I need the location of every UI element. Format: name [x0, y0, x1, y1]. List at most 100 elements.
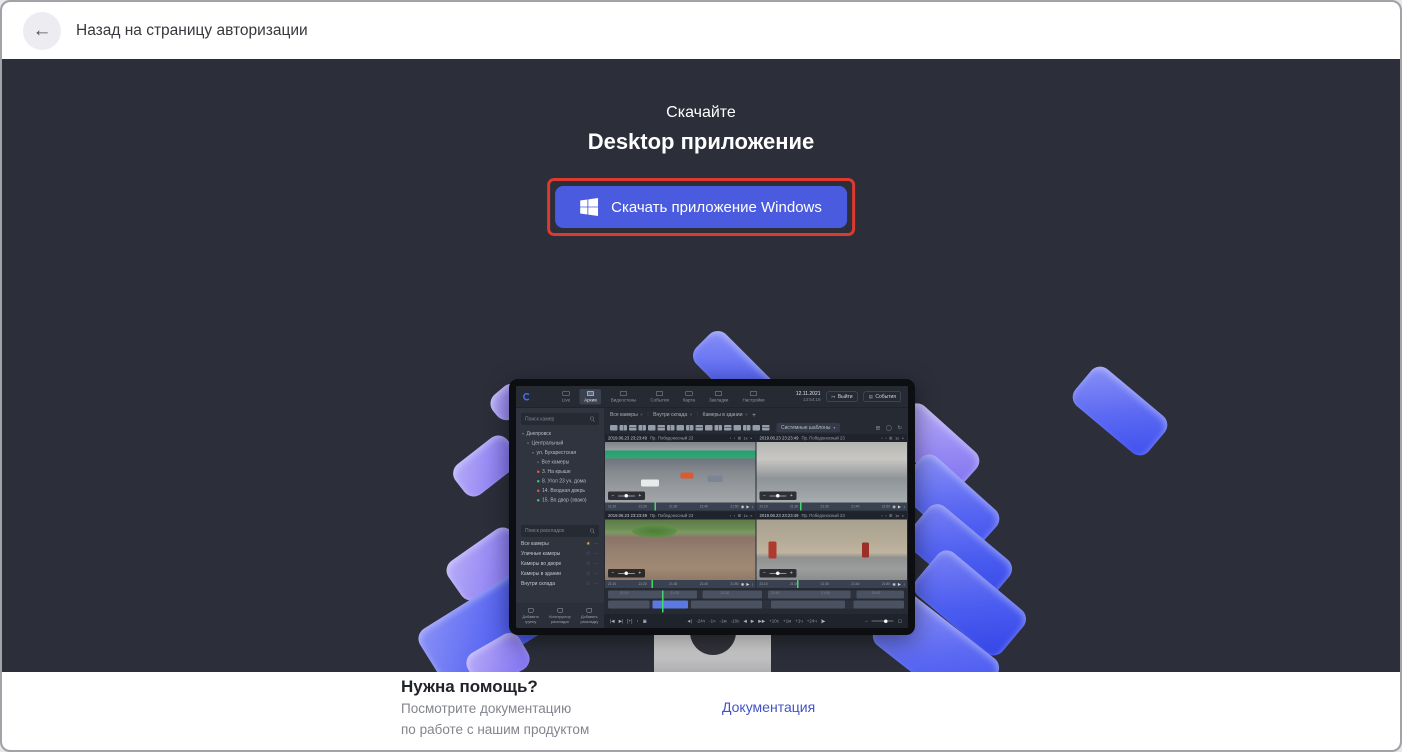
close-icon: ×	[690, 412, 693, 417]
grid-layout-icon	[648, 425, 656, 431]
download-windows-button[interactable]: Скачать приложение Windows	[555, 186, 847, 228]
view-tabs: Все камеры× | Внутри склада× | Камеры в …	[604, 408, 908, 421]
step-back-icon: |◀	[610, 618, 615, 624]
help-heading: Нужна помощь?	[401, 677, 538, 697]
zoom-out-icon: −	[612, 493, 615, 499]
camera-icon: ◉	[892, 504, 895, 509]
back-label: Назад на страницу авторизации	[76, 22, 308, 40]
zoom-out-icon: −	[763, 571, 766, 577]
camera-tile-controls: ‹›⊞1x×	[881, 513, 904, 518]
monitor-screen: Live Архив Видеостены События Карта Закл…	[516, 386, 908, 628]
app-nav-events: События	[646, 389, 674, 405]
fullscreen-icon: ▢	[898, 618, 902, 624]
zoom-in-icon: +	[790, 571, 793, 577]
next-icon: ›	[885, 513, 886, 518]
export-icon: ↓	[752, 582, 754, 587]
annotation-highlight-box: Скачать приложение Windows	[547, 178, 855, 236]
close-icon: ×	[640, 412, 643, 417]
back-button[interactable]: ←	[23, 12, 61, 50]
star-icon: ★	[586, 541, 590, 547]
grid-layout-icon	[620, 425, 628, 431]
export-icon: ↓	[903, 582, 905, 587]
camera-timeline: 21:1021:2021:3021:4021:50 ◉▶↓	[605, 503, 756, 511]
camera-status-dot	[537, 480, 540, 483]
app-time: 13:54:19	[796, 397, 821, 403]
master-timeline: 21:10 21:20 21:30 21:40 21:50 22:00	[604, 588, 908, 614]
camera-tile-header: 2019.06.23 23:23:49Пр. Победоносный 23 ‹…	[605, 512, 756, 520]
close-icon: ×	[750, 513, 752, 518]
snapshot-icon: ▣	[643, 618, 647, 624]
toolbar-right-icons: ⊞ ◯ ↻	[876, 424, 902, 431]
playhead-marker	[797, 580, 799, 588]
grid-layout-icon	[629, 425, 637, 431]
zoom-control: −+	[608, 569, 645, 578]
zoom-slider	[769, 495, 786, 496]
chevron-down-icon: ▾	[522, 432, 524, 437]
camera-search-input: Поиск камер	[521, 413, 599, 425]
monitor-illustration: Live Архив Видеостены События Карта Закл…	[509, 379, 915, 635]
camera-video: −+	[605, 442, 756, 503]
documentation-link[interactable]: Документация	[722, 699, 815, 715]
view-tab: Внутри склада×	[653, 412, 692, 418]
windows-logo-icon	[580, 198, 598, 216]
grid-layout-icon	[734, 425, 742, 431]
back-arrow-icon: ←	[33, 21, 52, 40]
zoom-control: −+	[760, 569, 797, 578]
search-icon	[590, 528, 595, 533]
add-group-icon	[528, 608, 534, 613]
timeline-icons: ◉▶↓	[741, 504, 754, 509]
more-icon: ⋯	[594, 541, 600, 547]
camera-tile-header: 2019.06.23 23:23:49Пр. Победоносный 23 ‹…	[757, 512, 908, 520]
app-nav-archive: Архив	[580, 389, 602, 405]
hero-block: Скачайте Desktop приложение	[2, 104, 1400, 155]
grid-layout-icon	[686, 425, 694, 431]
camera-tile: 2019.06.23 23:23:49Пр. Победоносный 23 ‹…	[605, 434, 756, 511]
camera-tree: ▾Днепровск ▾Центральный ▾ул. Бухарестска…	[516, 429, 604, 505]
app-logo-icon	[523, 393, 531, 401]
playhead-marker	[655, 503, 657, 511]
bookmarks-icon	[715, 391, 722, 396]
star-icon: ☆	[586, 551, 590, 557]
grid-layout-icon	[743, 425, 751, 431]
timeline-icons: ◉▶↓	[892, 504, 905, 509]
camera-tile: 2019.06.23 23:23:49Пр. Победоносный 23 ‹…	[757, 434, 908, 511]
camera-status-dot	[537, 471, 540, 474]
star-icon: ☆	[586, 581, 590, 587]
calendar-icon: ▤	[869, 394, 873, 400]
page-frame: ← Назад на страницу авторизации Скачайте…	[0, 0, 1402, 752]
grid-layout-icon	[667, 425, 675, 431]
app-datetime: 12.11.2021 13:54:19	[796, 391, 821, 403]
star-icon: ☆	[586, 561, 590, 567]
grid-layout-icon	[724, 425, 732, 431]
zoom-slider	[769, 573, 786, 574]
export-icon: ↓	[903, 504, 905, 509]
door-shape	[862, 542, 869, 557]
car-shape	[641, 480, 659, 487]
camera-tile: 2019.06.23 23:23:49Пр. Победоносный 23 ‹…	[757, 512, 908, 589]
zoom-control: −+	[760, 492, 797, 501]
layout-item: Камеры в здании☆⋯	[516, 569, 604, 579]
grid-layout-icon	[677, 425, 685, 431]
grid-layout-icon	[753, 425, 761, 431]
prev-icon: ‹	[881, 436, 882, 441]
layout-item: Все камеры★⋯	[516, 539, 604, 549]
zoom-slider	[618, 573, 635, 574]
app-navbar: Live Архив Видеостены События Карта Закл…	[516, 386, 908, 408]
camera-tile-controls: ‹›⊞1x×	[730, 513, 753, 518]
top-bar: ← Назад на страницу авторизации	[2, 2, 1400, 59]
zoom-slider	[618, 495, 635, 496]
interval-icon: [+]	[627, 619, 632, 624]
play-icon: ▶	[898, 504, 901, 509]
volume-icon: −	[865, 619, 868, 624]
playback-center-controls: ◄| -24ч -1ч -1м -10с ◀ ▶ ▶▶ +10с +1м	[687, 618, 826, 624]
page-title: Desktop приложение	[2, 129, 1400, 155]
recorded-segment	[703, 591, 762, 599]
timeline-track	[608, 601, 904, 609]
layout-item: Камеры во дворе☆⋯	[516, 559, 604, 569]
grid-layout-icon	[658, 425, 666, 431]
camera-timeline: 21:1021:2021:3021:4021:50 ◉▶↓	[757, 580, 908, 588]
tree-group: ▾Центральный	[516, 439, 604, 449]
camera-icon: ◉	[741, 504, 744, 509]
playhead-marker	[800, 503, 802, 511]
chat-icon: ◯	[886, 424, 892, 431]
